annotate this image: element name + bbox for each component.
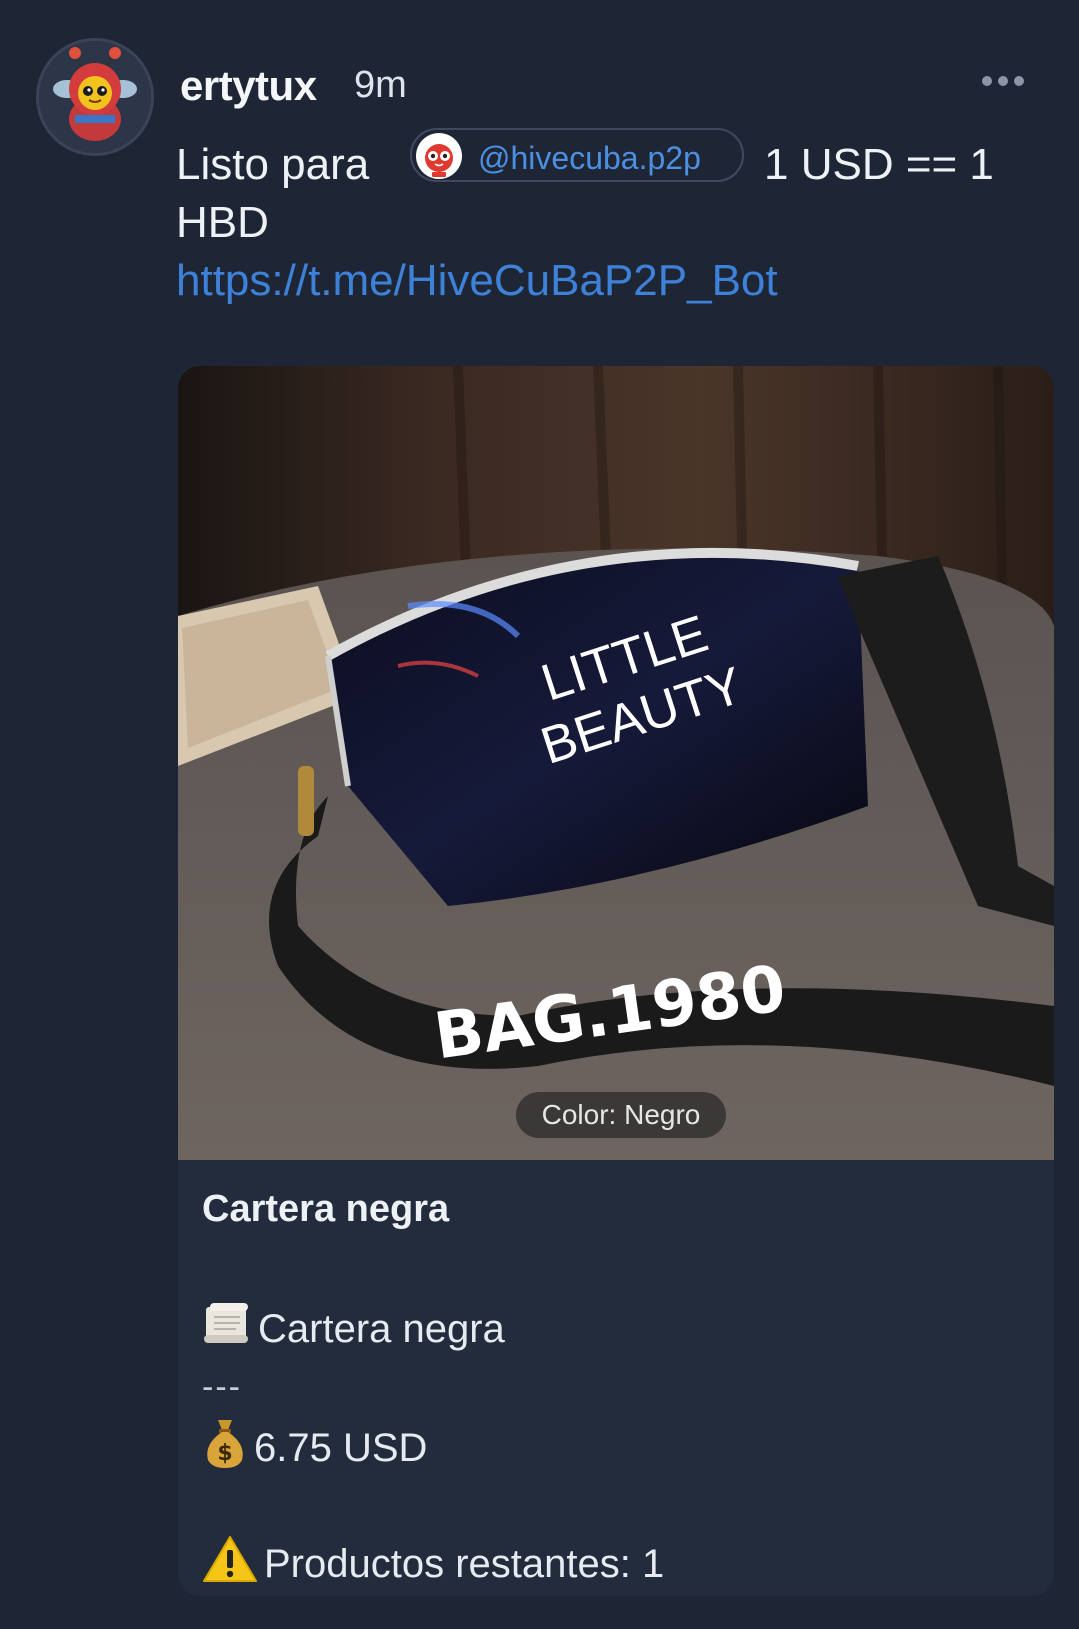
svg-text:$: $	[217, 1441, 232, 1466]
stock-remaining: Productos restantes: 1	[264, 1541, 665, 1586]
product-title: Cartera negra	[202, 1188, 450, 1230]
post: ertytux 9m Listo para @hivecuba.p2p 1 US…	[0, 0, 1079, 1629]
product-name-line: Cartera negra	[202, 1301, 505, 1357]
hive-p2p-logo-icon	[414, 131, 464, 186]
telegram-bot-link[interactable]: https://t.me/HiveCuBaP2P_Bot	[176, 256, 778, 306]
scroll-icon	[202, 1301, 252, 1357]
more-options-icon[interactable]	[982, 72, 1026, 90]
color-label: Color: Negro	[516, 1092, 726, 1138]
post-text-rate: 1 USD == 1	[764, 140, 994, 189]
menu-dot	[1014, 76, 1024, 86]
warning-icon	[202, 1534, 258, 1594]
money-bag-icon: $	[202, 1416, 248, 1480]
bee-mascot-icon	[39, 41, 151, 153]
price: 6.75 USD	[254, 1425, 428, 1470]
post-text-start: Listo para	[176, 140, 370, 189]
post-time: 9m	[354, 64, 407, 106]
separator: ---	[202, 1368, 242, 1406]
avatar[interactable]	[36, 38, 154, 156]
mention-chip[interactable]: @hivecuba.p2p	[410, 128, 744, 182]
price-line: $ 6.75 USD	[202, 1416, 427, 1480]
mention-handle: @hivecuba.p2p	[478, 140, 701, 176]
username[interactable]: ertytux	[180, 62, 317, 110]
menu-dot	[998, 76, 1008, 86]
product-photo[interactable]: LITTLE BEAUTY BAG.1980 Color: Negro	[178, 366, 1054, 1160]
product-name: Cartera negra	[258, 1306, 505, 1351]
product-card[interactable]: LITTLE BEAUTY BAG.1980 Color: Negro Cart…	[178, 366, 1054, 1596]
post-text-line2: HBD	[176, 198, 269, 247]
stock-line: Productos restantes: 1	[202, 1534, 664, 1594]
menu-dot	[982, 76, 992, 86]
